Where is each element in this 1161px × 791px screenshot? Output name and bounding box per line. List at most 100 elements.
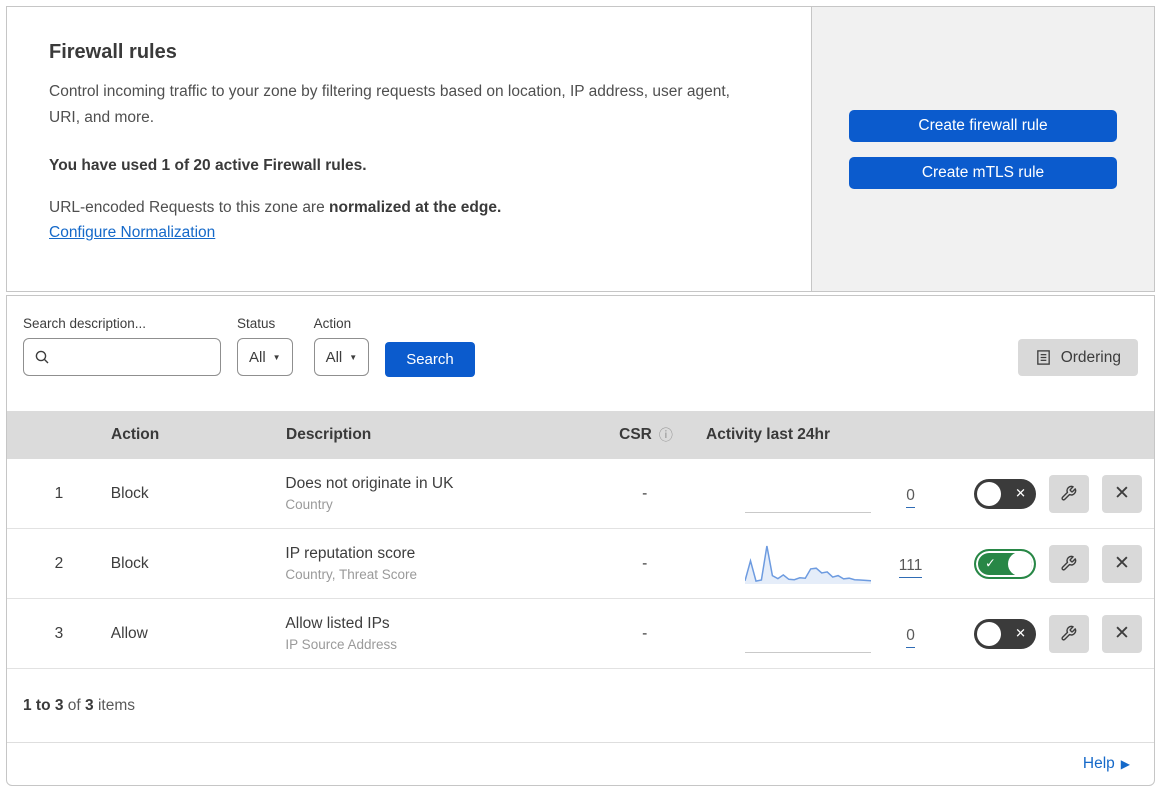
activity-count-link[interactable]: 111 [891,556,931,578]
page-title: Firewall rules [49,41,177,63]
search-button[interactable]: Search [385,342,475,377]
action-filter-label: Action [313,316,352,331]
rule-action: Allow [110,624,148,642]
edit-rule-button[interactable] [1048,614,1089,653]
items-of: of [67,697,81,714]
firewall-overview-text: Firewall rules Control incoming traffic … [6,6,812,292]
usage-summary: You have used 1 of 20 active Firewall ru… [49,157,367,174]
status-filter-value: All [249,348,266,366]
create-rules-panel: Create firewall rule Create mTLS rule [812,6,1155,292]
table-header: Action Description CSR ⓘ Activity last 2… [7,411,1154,459]
info-icon[interactable]: ⓘ [659,425,673,445]
close-icon: ✕ [1114,623,1130,644]
activity-count-link[interactable]: 0 [891,486,931,508]
items-label: items [97,697,136,714]
activity-sparkline [744,472,871,516]
close-icon: ✕ [1114,553,1130,574]
chevron-down-icon: ▼ [272,352,281,362]
search-icon [34,349,50,365]
rule-csr: - [642,554,648,572]
create-firewall-rule-button[interactable]: Create firewall rule [849,109,1117,142]
status-filter-label: Status [237,316,276,331]
edit-rule-button[interactable] [1048,544,1089,583]
rule-priority: 2 [54,554,64,572]
edit-rule-button[interactable] [1048,474,1089,513]
column-description: Description [286,426,372,443]
configure-normalization-link[interactable]: Configure Normalization [49,224,215,242]
help-link[interactable]: Help ▶ [1083,755,1130,773]
pagination-summary: 1 to 3 of 3 items [7,669,1154,743]
ordering-button[interactable]: Ordering [1017,339,1138,376]
help-link-label: Help [1082,755,1115,772]
delete-rule-button[interactable]: ✕ [1101,474,1142,513]
rule-fields: Country, Threat Score [285,567,417,582]
help-bar: Help ▶ [7,743,1154,785]
rule-description-cell: Does not originate in UK Country [285,475,584,512]
rule-enabled-toggle[interactable]: ✓ ✕ [973,478,1036,509]
column-csr-label: CSR [619,426,652,443]
ordering-list-icon [1035,349,1052,366]
rule-enabled-toggle[interactable]: ✓ ✕ [973,618,1036,649]
rule-csr: - [642,484,648,502]
delete-rule-button[interactable]: ✕ [1101,614,1142,653]
cross-icon: ✕ [1015,626,1026,641]
rule-priority: 3 [54,624,64,642]
rule-action: Block [110,484,149,502]
wrench-icon [1060,625,1077,642]
items-total: 3 [85,697,94,714]
cross-icon: ✕ [1015,486,1026,501]
firewall-rules-table-card: Search description... Status All ▼ Actio… [6,295,1155,786]
rule-priority: 1 [54,484,64,502]
toggle-knob [1007,551,1032,576]
rule-description: Allow listed IPs [285,615,390,632]
action-filter-value: All [325,348,343,366]
ordering-button-label: Ordering [1060,348,1121,366]
firewall-overview-card: Firewall rules Control incoming traffic … [6,6,1155,292]
column-activity: Activity last 24hr [706,426,831,443]
activity-count-link[interactable]: 0 [891,626,931,648]
rule-description: IP reputation score [285,545,416,562]
rule-description-cell: IP reputation score Country, Threat Scor… [285,545,584,582]
rule-action: Block [110,554,149,572]
normalization-bold: normalized at the edge. [329,199,502,216]
items-range: 1 to 3 [23,697,64,714]
check-icon: ✓ [984,556,996,571]
delete-rule-button[interactable]: ✕ [1101,544,1142,583]
normalization-text: URL-encoded Requests to this zone are [49,199,330,216]
activity-sparkline [744,612,871,656]
table-row: 2 Block IP reputation score Country, Thr… [7,529,1154,599]
search-input[interactable] [50,348,210,366]
toggle-knob [976,481,1001,506]
rule-description: Does not originate in UK [285,475,454,492]
rule-csr: - [642,624,648,642]
table-row: 1 Block Does not originate in UK Country… [7,459,1154,529]
rule-fields: Country [285,497,333,512]
normalization-note: URL-encoded Requests to this zone are no… [49,199,769,217]
page-description: Control incoming traffic to your zone by… [49,83,730,126]
wrench-icon [1060,485,1077,502]
search-label: Search description... [23,316,147,331]
rule-enabled-toggle[interactable]: ✓ ✕ [973,548,1036,579]
rule-controls: ✓ ✕ ✕ [973,614,1154,653]
toggle-knob [976,621,1001,646]
column-csr: CSR ⓘ [586,425,706,445]
activity-sparkline [744,542,871,586]
search-input-wrapper[interactable] [23,338,221,376]
action-filter-dropdown[interactable]: All ▼ [313,338,370,376]
filter-toolbar: Search description... Status All ▼ Actio… [7,296,1154,411]
table-row: 3 Allow Allow listed IPs IP Source Addre… [7,599,1154,669]
rule-activity-cell: 111 [705,542,974,586]
rule-activity-cell: 0 [705,472,974,516]
wrench-icon [1060,555,1077,572]
status-filter-dropdown[interactable]: All ▼ [237,338,293,376]
rule-description-cell: Allow listed IPs IP Source Address [285,615,584,652]
rule-controls: ✓ ✕ ✕ [973,474,1154,513]
rule-fields: IP Source Address [285,637,397,652]
rule-activity-cell: 0 [705,612,974,656]
close-icon: ✕ [1114,483,1130,504]
column-action: Action [111,426,160,443]
chevron-down-icon: ▼ [349,352,358,362]
help-arrow-icon: ▶ [1120,757,1130,771]
create-mtls-rule-button[interactable]: Create mTLS rule [849,156,1117,189]
rule-controls: ✓ ✕ ✕ [973,544,1154,583]
